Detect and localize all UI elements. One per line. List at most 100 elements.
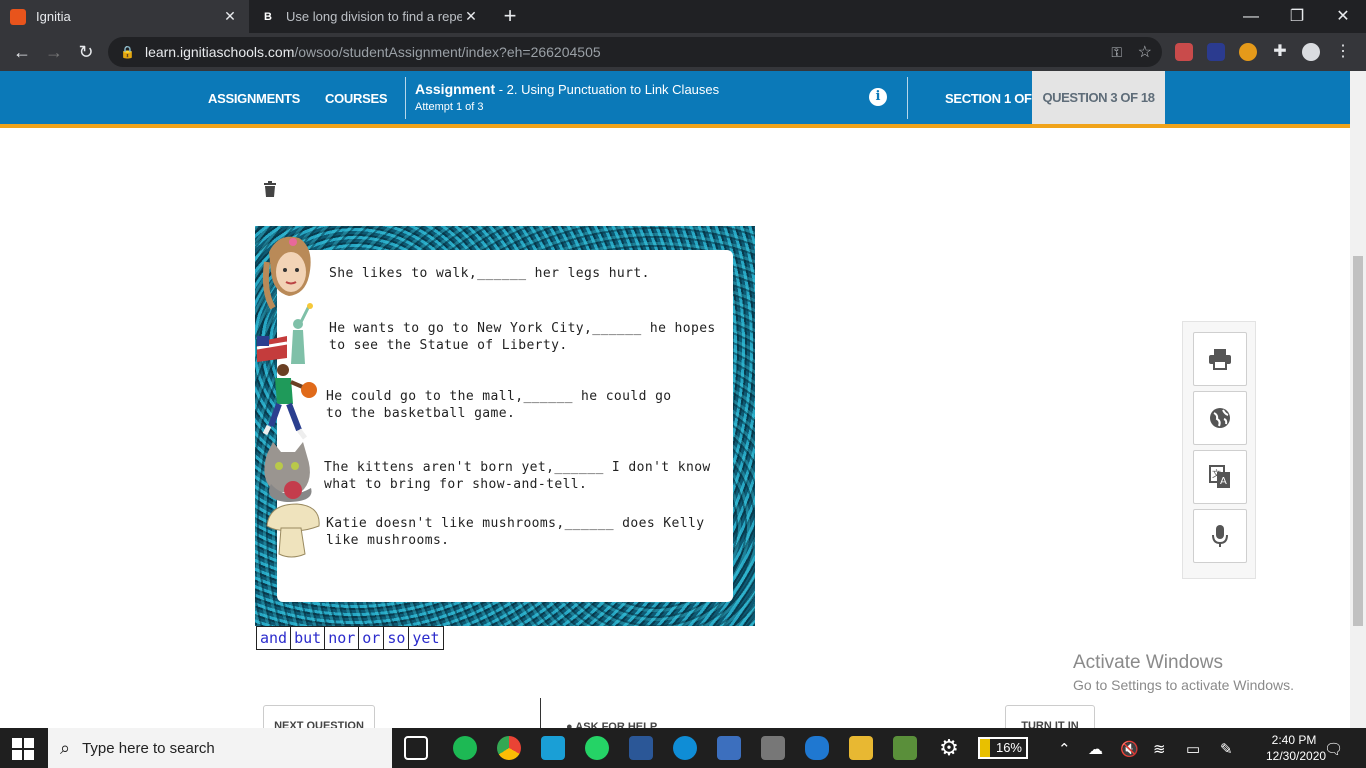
trash-icon[interactable] xyxy=(261,180,279,198)
battery-saver-icon[interactable]: ▭ xyxy=(1186,740,1200,758)
question-indicator: QUESTION 3 OF 18 xyxy=(1032,71,1165,124)
edge-icon[interactable] xyxy=(673,736,697,760)
reload-icon[interactable]: ↻ xyxy=(74,40,98,64)
show-hidden-icons-icon[interactable]: ⌃ xyxy=(1058,740,1071,758)
worksheet-paper xyxy=(277,250,733,602)
browser-tab-strip: Ignitia ✕ B Use long division to find a … xyxy=(0,0,1366,33)
microphone-icon xyxy=(1212,525,1228,547)
close-window-icon[interactable]: ✕ xyxy=(1320,0,1366,33)
minecraft-icon[interactable] xyxy=(893,736,917,760)
word-bank: and but nor or so yet xyxy=(256,626,444,650)
activate-windows-title: Activate Windows xyxy=(1073,652,1223,673)
back-icon[interactable]: ← xyxy=(10,40,34,64)
battery-indicator[interactable]: 16% xyxy=(978,737,1028,759)
translate-icon: 文A xyxy=(1209,465,1230,488)
word-nor[interactable]: nor xyxy=(324,626,360,650)
word-but[interactable]: but xyxy=(290,626,326,650)
search-placeholder: Type here to search xyxy=(82,739,215,757)
key-icon[interactable]: ⚿ xyxy=(1111,44,1122,61)
store-icon[interactable] xyxy=(717,736,741,760)
extension-cast-icon[interactable] xyxy=(1175,43,1193,61)
taskbar-clock[interactable]: 2:40 PM 12/30/2020 xyxy=(1266,732,1327,764)
whatsapp-icon[interactable] xyxy=(585,736,609,760)
windows-start-icon[interactable] xyxy=(12,738,34,760)
task-view-icon[interactable] xyxy=(404,736,428,760)
assignment-title: Assignment - 2. Using Punctuation to Lin… xyxy=(415,81,719,97)
pen-icon[interactable]: ✎ xyxy=(1220,740,1233,758)
assignment-name: - 2. Using Punctuation to Link Clauses xyxy=(495,82,720,97)
page-scrollbar[interactable] xyxy=(1350,71,1366,728)
extensions-puzzle-icon[interactable]: ✚ xyxy=(1271,43,1289,61)
girl-face-picture xyxy=(262,236,311,310)
bookmark-star-icon[interactable]: ☆ xyxy=(1138,42,1152,62)
minimize-icon[interactable]: — xyxy=(1228,0,1274,33)
new-tab-icon[interactable]: + xyxy=(498,4,522,28)
bluetooth-icon[interactable] xyxy=(805,736,829,760)
app-header: ASSIGNMENTS COURSES Assignment - 2. Usin… xyxy=(0,71,1350,128)
camera-icon[interactable] xyxy=(761,736,785,760)
close-tab-icon[interactable]: ✕ xyxy=(221,8,239,25)
extension-honey-icon[interactable] xyxy=(1239,43,1257,61)
mushroom-picture xyxy=(266,503,320,558)
address-bar[interactable]: 🔒 learn.ignitiaschools.com/owsoo/student… xyxy=(108,37,1162,67)
header-divider xyxy=(907,77,908,119)
restore-icon[interactable]: ❐ xyxy=(1274,0,1320,33)
tab-ignitia[interactable]: Ignitia ✕ xyxy=(0,0,249,33)
settings-gear-icon[interactable]: ⚙ xyxy=(937,736,961,760)
url-host: learn.ignitiaschools.com xyxy=(144,44,295,60)
tab-title: Ignitia xyxy=(36,9,71,24)
lock-icon: 🔒 xyxy=(120,45,135,59)
notifications-icon[interactable]: 🗨 xyxy=(1324,740,1343,758)
close-tab-icon[interactable]: ✕ xyxy=(462,8,480,25)
attempt-counter: Attempt 1 of 3 xyxy=(415,101,484,113)
word-icon[interactable] xyxy=(629,736,653,760)
activate-windows-subtitle: Go to Settings to activate Windows. xyxy=(1073,677,1294,693)
site-favicon-icon: B xyxy=(260,8,276,25)
volume-muted-icon[interactable]: 🔇 xyxy=(1120,740,1139,758)
network-warning-icon[interactable]: ☁ xyxy=(1088,740,1103,758)
wifi-icon[interactable]: ≋ xyxy=(1153,740,1166,758)
spotify-icon[interactable] xyxy=(453,736,477,760)
profile-avatar-icon[interactable] xyxy=(1302,43,1320,61)
sentence-1: She likes to walk,______ her legs hurt. xyxy=(329,266,650,281)
taskbar-search[interactable]: ⌕ Type here to search xyxy=(48,728,392,768)
conjunction-worksheet-image: She likes to walk,______ her legs hurt. … xyxy=(255,226,755,626)
scrollbar-thumb[interactable] xyxy=(1353,256,1363,626)
microphone-button[interactable] xyxy=(1193,509,1247,563)
nav-assignments[interactable]: ASSIGNMENTS xyxy=(208,91,300,106)
footer-divider xyxy=(540,698,541,728)
info-icon[interactable]: i xyxy=(869,88,887,106)
word-so[interactable]: so xyxy=(383,626,410,650)
globe-button[interactable] xyxy=(1193,391,1247,445)
sentence-3: He could go to the mall,______ he could … xyxy=(326,389,672,421)
assignment-label: Assignment xyxy=(415,81,496,97)
kitten-picture xyxy=(264,442,312,502)
file-explorer-icon[interactable] xyxy=(849,736,873,760)
word-and[interactable]: and xyxy=(256,626,292,650)
extension-play-icon[interactable] xyxy=(1207,43,1225,61)
word-yet[interactable]: yet xyxy=(408,626,444,650)
chrome-icon[interactable] xyxy=(497,736,521,760)
svg-text:A: A xyxy=(1220,476,1227,487)
ignitia-favicon-icon xyxy=(10,8,26,25)
forward-icon[interactable]: → xyxy=(42,40,66,64)
nav-courses[interactable]: COURSES xyxy=(325,91,388,106)
word-or[interactable]: or xyxy=(358,626,385,650)
clock-time: 2:40 PM xyxy=(1271,733,1317,747)
header-divider xyxy=(405,77,406,119)
menu-kebab-icon[interactable]: ⋮ xyxy=(1334,43,1352,61)
tab-long-division[interactable]: B Use long division to find a repeat ✕ xyxy=(250,0,490,33)
statue-of-liberty-picture xyxy=(257,303,313,364)
tab-title: Use long division to find a repeat xyxy=(286,9,462,24)
basketball-player-picture xyxy=(262,364,317,440)
url-path: /owsoo/studentAssignment/index?eh=266204… xyxy=(294,44,601,60)
translate-button[interactable]: 文A xyxy=(1193,450,1247,504)
print-button[interactable] xyxy=(1193,332,1247,386)
sentence-5: Katie doesn't like mushrooms,______ does… xyxy=(326,516,705,548)
clock-date: 12/30/2020 xyxy=(1266,749,1327,763)
instagram-icon[interactable] xyxy=(541,736,565,760)
print-icon xyxy=(1209,349,1231,370)
search-icon: ⌕ xyxy=(60,737,71,758)
accessibility-toolbar: 文A xyxy=(1182,321,1256,579)
sentence-4: The kittens aren't born yet,______ I don… xyxy=(324,460,711,492)
